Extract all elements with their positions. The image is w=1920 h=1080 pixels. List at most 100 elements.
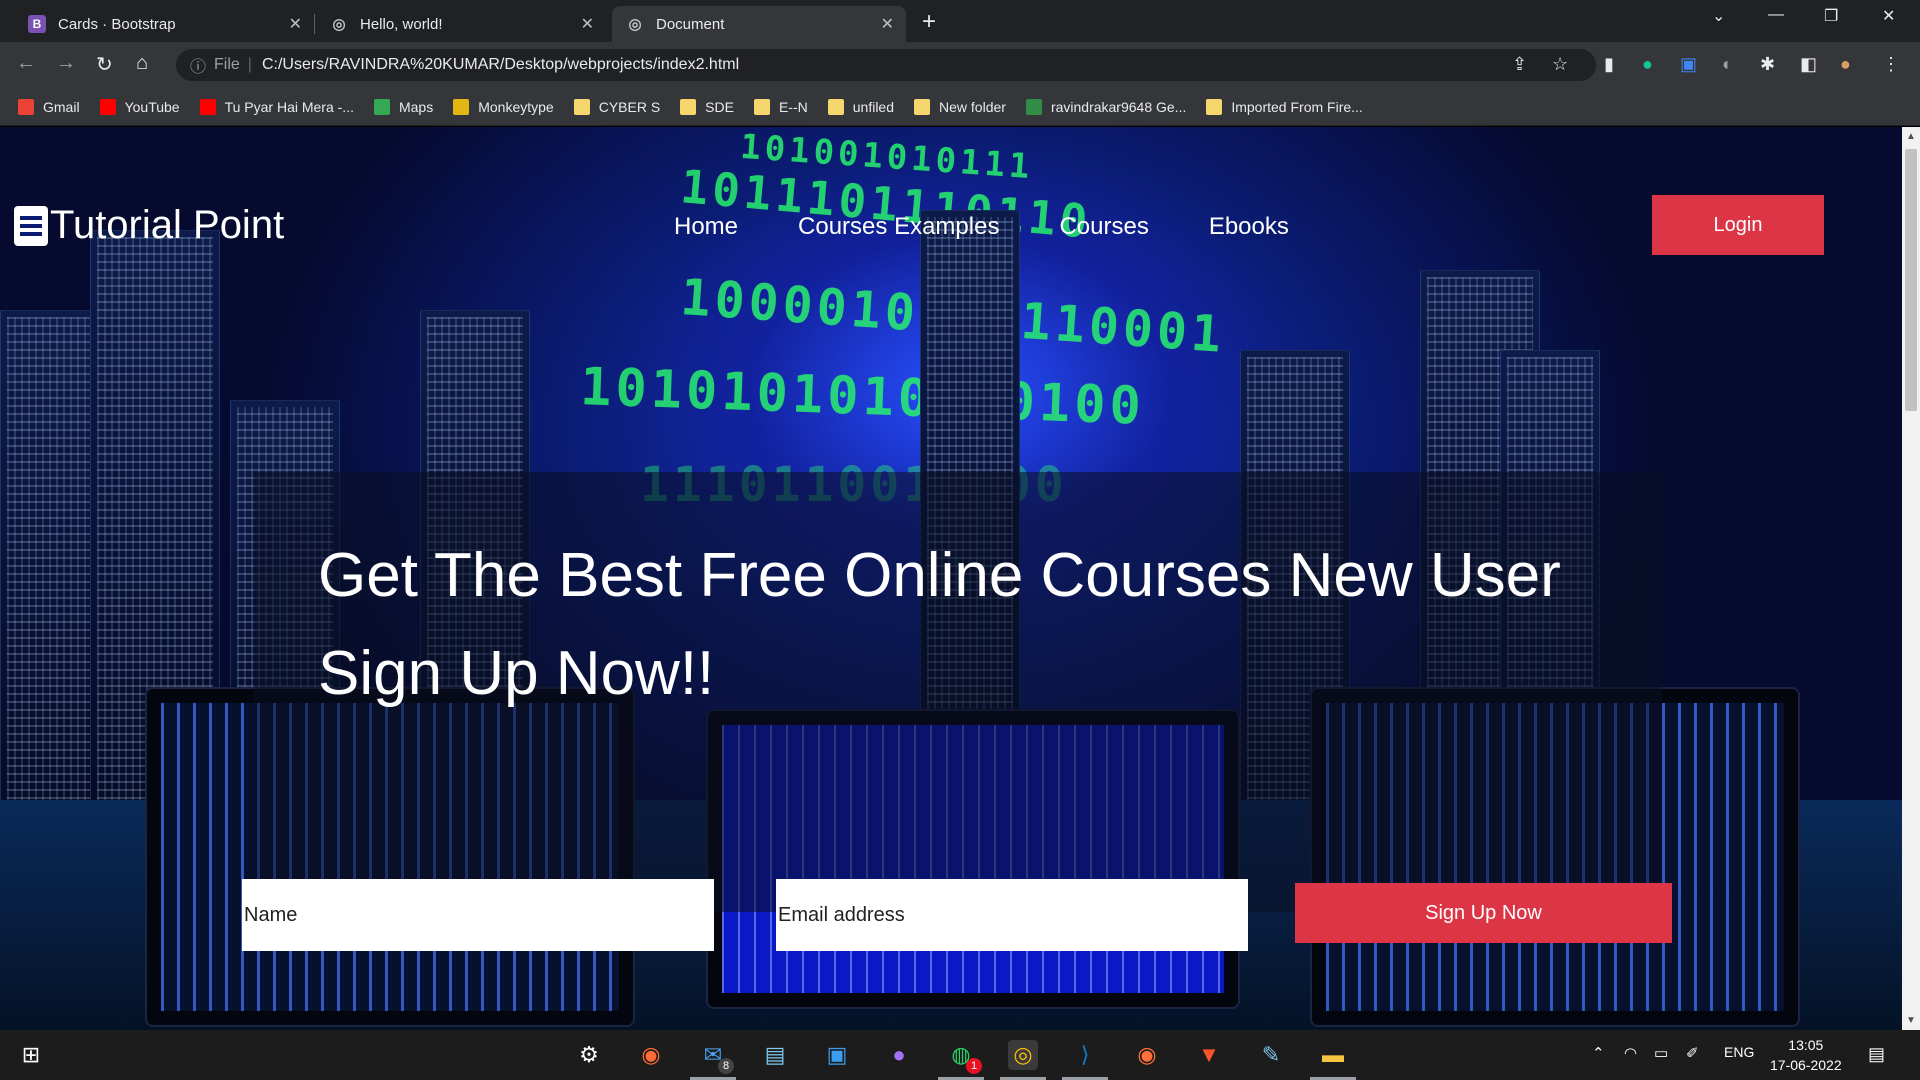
bookmark-item[interactable]: ravindrakar9648 Ge... [1025,98,1186,115]
address-bar[interactable]: ⓘ File | C:/Users/RAVINDRA%20KUMAR/Deskt… [176,49,1596,81]
tab-title: Document [656,15,725,33]
forward-icon[interactable]: → [56,52,76,75]
bookmark-label: YouTube [124,98,180,115]
bookmark-label: SDE [705,98,734,115]
tab-cards-bootstrap[interactable]: B Cards · Bootstrap ✕ [14,6,314,42]
close-icon[interactable]: ✕ [881,14,894,34]
tab-strip: B Cards · Bootstrap ✕ ◎ Hello, world! ✕ … [0,0,1920,42]
settings-icon[interactable]: ⚙ [574,1040,604,1070]
whatsapp-icon[interactable]: ◍ 1 [938,1040,984,1080]
nav-link-courses-examples[interactable]: Courses Examples [798,213,999,241]
page-viewport: 101001010111 1011101110110 1000010111110… [0,127,1902,1030]
hero-title: Get The Best Free Online Courses New Use… [318,541,1561,708]
youtube-icon [99,98,116,115]
tab-title: Hello, world! [360,15,443,33]
pen-icon[interactable]: ✐ [1686,1044,1699,1062]
bookmark-item[interactable]: unfiled [827,98,894,115]
star-icon[interactable]: ☆ [1552,54,1568,75]
file-explorer-icon[interactable]: ▬ [1310,1040,1356,1080]
gmail-icon [18,98,34,115]
mouse-extension-icon[interactable]: ◖ [1720,54,1731,75]
brand-name: Tutorial Point [50,203,285,247]
bookmark-icon[interactable]: ▮ [1604,54,1614,75]
bookmark-label: Monkeytype [478,98,554,115]
bookmark-item[interactable]: Imported From Fire... [1206,98,1363,115]
language-indicator[interactable]: ENG [1724,1044,1754,1060]
avatar[interactable]: ● [1840,54,1851,75]
globe-icon: ◎ [332,16,346,33]
gfg-icon [1025,98,1042,115]
book-icon [14,205,48,246]
vscode-icon[interactable]: ⟩ [1062,1040,1108,1080]
bookmark-label: E--N [778,98,808,115]
grammarly-icon[interactable]: ● [1642,54,1653,75]
name-input[interactable] [242,879,714,951]
menu-icon[interactable]: ⋮ [1882,54,1900,75]
scroll-up-icon[interactable]: ▲ [1906,131,1916,142]
mail-badge: 8 [718,1058,734,1074]
bookmark-item[interactable]: E--N [753,98,808,115]
music-icon [199,98,216,115]
translate-icon[interactable]: ▣ [1680,54,1697,75]
page-scrollbar[interactable]: ▲ ▼ [1902,127,1920,1030]
omnibox-divider: | [247,56,252,73]
firefox-icon[interactable]: ◉ [1132,1040,1162,1070]
share-icon[interactable]: ⇪ [1512,54,1527,75]
obs-icon[interactable]: ◉ [636,1040,666,1070]
folder-icon [827,98,844,115]
mail-icon[interactable]: ✉ 8 [690,1040,736,1080]
system-clock[interactable]: 13:05 17-06-2022 [1770,1035,1842,1075]
store-icon[interactable]: ▣ [822,1040,852,1070]
info-icon[interactable]: ⓘ [190,53,206,77]
back-icon[interactable]: ← [16,52,36,75]
email-input[interactable] [776,879,1248,951]
windows-taskbar: ⊞ ⚙ ◉ ✉ 8 ▤ ▣ ● ◍ 1 ◎ ⟩ ◉ ▼ ✎ ▬ ⌃ ◠ ▭ ✐ EN… [0,1030,1920,1080]
paint-icon[interactable]: ✎ [1256,1040,1286,1070]
bookmark-item[interactable]: Gmail [18,98,80,115]
extensions-icon[interactable]: ✱ [1760,54,1775,75]
scroll-down-icon[interactable]: ▼ [1906,1015,1916,1026]
github-icon[interactable]: ● [884,1040,914,1070]
desktop-app-icon[interactable]: ▤ [760,1040,790,1070]
folder-icon [1206,98,1223,115]
tab-search-icon[interactable]: ⌄ [1712,6,1725,26]
bookmark-item[interactable]: Maps [373,98,433,115]
signup-button[interactable]: Sign Up Now [1295,883,1672,943]
tab-document[interactable]: ◎ Document ✕ [612,6,906,42]
login-button[interactable]: Login [1652,195,1824,255]
windows-start-icon[interactable]: ⊞ [16,1040,46,1070]
url-text[interactable]: C:/Users/RAVINDRA%20KUMAR/Desktop/webpro… [262,56,739,74]
minimize-icon[interactable]: — [1768,6,1784,24]
close-icon[interactable]: ✕ [289,14,302,34]
bookmark-item[interactable]: New folder [914,98,1006,115]
bookmark-label: Gmail [43,98,80,115]
home-icon[interactable]: ⌂ [136,52,148,75]
brand-logo[interactable]: Tutorial Point [14,203,284,248]
nav-link-courses[interactable]: Courses [1059,213,1148,241]
tab-hello-world[interactable]: ◎ Hello, world! ✕ [316,6,606,42]
side-panel-icon[interactable]: ◧ [1800,54,1817,75]
tab-separator [314,14,315,34]
notifications-icon[interactable]: ▤ [1868,1044,1885,1065]
bookmark-item[interactable]: YouTube [99,98,180,115]
bookmark-item[interactable]: SDE [680,98,734,115]
restore-icon[interactable]: ❐ [1824,6,1838,26]
browser-toolbar: ← → ↻ ⌂ ⓘ File | C:/Users/RAVINDRA%20KUM… [0,42,1920,88]
scheme-label: File [214,56,240,73]
wifi-icon[interactable]: ◠ [1624,1044,1637,1062]
chrome-icon[interactable]: ◎ [1000,1040,1046,1080]
brave-icon[interactable]: ▼ [1194,1040,1224,1070]
reload-icon[interactable]: ↻ [96,52,113,77]
window-close-icon[interactable]: ✕ [1882,6,1895,26]
close-icon[interactable]: ✕ [581,14,594,34]
new-tab-button[interactable]: + [922,8,936,36]
nav-link-ebooks[interactable]: Ebooks [1209,213,1289,241]
bookmark-item[interactable]: Tu Pyar Hai Mera -... [199,98,354,115]
bookmark-item[interactable]: CYBER S [573,98,660,115]
tray-chevron-icon[interactable]: ⌃ [1592,1044,1605,1062]
folder-icon [914,98,931,115]
bookmark-item[interactable]: Monkeytype [453,98,554,115]
nav-link-home[interactable]: Home [674,213,738,241]
battery-icon[interactable]: ▭ [1654,1044,1668,1062]
scrollbar-thumb[interactable] [1905,149,1917,411]
